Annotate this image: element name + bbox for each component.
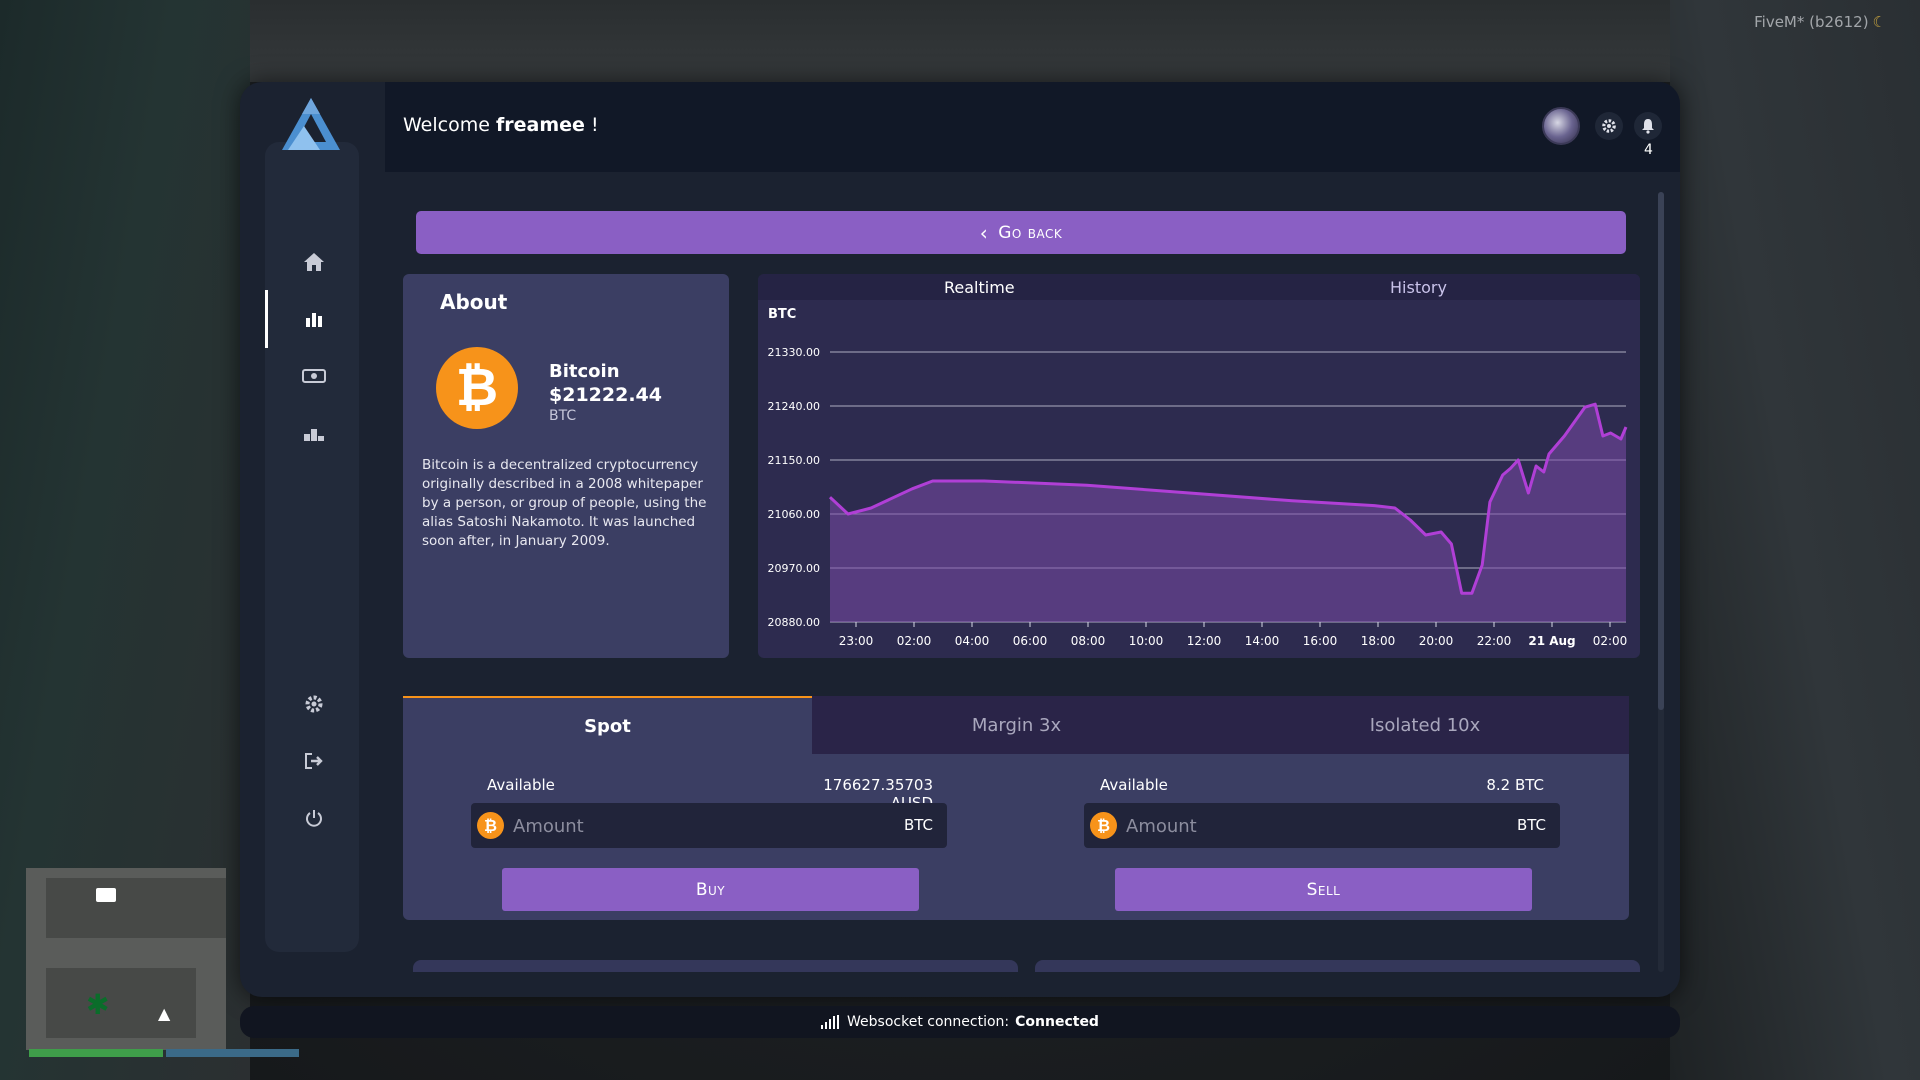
moon-icon: ☾	[1872, 13, 1886, 31]
tab-history[interactable]: History	[1390, 278, 1447, 297]
price-chart: BTC 21330.00 21240.00 21150.00 21060.00 20970…	[768, 307, 1628, 648]
coin-description: Bitcoin is a decentralized cryptocurrenc…	[422, 457, 707, 549]
hospital-icon: ✱	[86, 988, 110, 1021]
tab-realtime[interactable]: Realtime	[944, 278, 1015, 297]
x-tick-label: 06:00	[1013, 634, 1048, 648]
leaderboard-icon	[304, 429, 324, 441]
sell-available-label: Available	[1100, 776, 1168, 794]
notifications-button[interactable]	[1634, 112, 1662, 140]
power-icon	[306, 810, 322, 827]
x-tick-label: 23:00	[839, 634, 874, 648]
x-tick-label: 14:00	[1245, 634, 1280, 648]
chart-icon	[306, 313, 322, 327]
coin-price: $21222.44	[549, 384, 662, 406]
y-axis-label: BTC	[768, 307, 796, 322]
briefcase-icon	[96, 888, 116, 902]
sell-amount-field: ₿ BTC	[1084, 803, 1560, 848]
nav-active-indicator	[265, 290, 268, 348]
gear-icon	[1602, 119, 1616, 133]
x-tick-label: 02:00	[897, 634, 932, 648]
x-tick-label: 18:00	[1361, 634, 1396, 648]
lower-card-left	[413, 960, 1018, 972]
username: freamee	[495, 114, 585, 136]
buy-unit: BTC	[903, 816, 933, 834]
x-tick-label: 21 Aug	[1528, 634, 1575, 648]
y-tick-label: 20970.00	[768, 562, 821, 575]
x-tick-label: 16:00	[1303, 634, 1338, 648]
gear-icon	[305, 695, 323, 713]
settings-button[interactable]	[1595, 112, 1623, 140]
sell-unit: BTC	[1516, 816, 1546, 834]
go-back-label: Go back	[998, 222, 1063, 243]
x-tick-label: 08:00	[1071, 634, 1106, 648]
avatar[interactable]	[1542, 107, 1580, 145]
sell-button[interactable]: Sell	[1115, 868, 1532, 911]
health-bar	[29, 1049, 163, 1057]
game-minimap: ✱ ▲	[26, 868, 226, 1050]
home-icon	[304, 253, 324, 271]
chevron-left-icon: ‹	[979, 220, 989, 245]
sidebar-item-settings[interactable]	[290, 686, 338, 722]
sell-amount-input[interactable]	[1126, 811, 1456, 841]
content-scrollbar[interactable]	[1658, 192, 1664, 710]
buy-amount-input[interactable]	[513, 811, 843, 841]
go-back-button[interactable]: ‹ Go back	[416, 211, 1626, 254]
x-tick-label: 20:00	[1419, 634, 1454, 648]
sell-available-value: 8.2 BTC	[1486, 776, 1544, 794]
player-arrow-icon: ▲	[158, 1004, 171, 1023]
y-tick-label: 20880.00	[768, 616, 821, 629]
sidebar-item-home[interactable]	[290, 244, 338, 280]
y-tick-label: 21060.00	[768, 508, 821, 521]
tab-margin[interactable]: Margin 3x	[812, 696, 1221, 754]
buy-available-label: Available	[487, 776, 555, 794]
lower-card-right	[1035, 960, 1640, 972]
x-tick-label: 10:00	[1129, 634, 1164, 648]
buy-amount-field: ₿ BTC	[471, 803, 947, 848]
game-background-top	[250, 0, 1670, 82]
notification-count: 4	[1644, 142, 1653, 158]
about-title: About	[440, 290, 508, 314]
status-bar: Websocket connection: Connected	[240, 1006, 1680, 1038]
signal-icon	[821, 1015, 840, 1029]
fivem-build-label: FiveM* (b2612) ☾	[1754, 13, 1886, 31]
y-tick-label: 21330.00	[768, 346, 821, 359]
bitcoin-icon: ₿	[1090, 812, 1117, 839]
x-tick-label: 12:00	[1187, 634, 1222, 648]
status-value: Connected	[1015, 1014, 1099, 1030]
sidebar-item-charts[interactable]	[290, 301, 338, 337]
tab-isolated[interactable]: Isolated 10x	[1221, 696, 1629, 754]
sidebar-item-power[interactable]	[290, 800, 338, 836]
status-label: Websocket connection:	[847, 1014, 1010, 1030]
sidebar-item-wallet[interactable]	[290, 358, 338, 394]
chart-tab-bar	[758, 274, 1640, 300]
app-logo	[282, 98, 340, 150]
x-tick-label: 02:00	[1593, 634, 1628, 648]
x-tick-label: 04:00	[955, 634, 990, 648]
coin-symbol: BTC	[549, 408, 577, 424]
bitcoin-icon: ₿	[436, 347, 518, 429]
bitcoin-icon: ₿	[477, 812, 504, 839]
sidebar-item-logout[interactable]	[290, 743, 338, 779]
coin-name: Bitcoin	[549, 361, 620, 382]
armor-bar	[166, 1049, 299, 1057]
y-tick-label: 21240.00	[768, 400, 821, 413]
buy-button[interactable]: Buy	[502, 868, 919, 911]
x-tick-label: 22:00	[1477, 634, 1512, 648]
welcome-message: Welcome freamee !	[403, 114, 599, 136]
game-background-right	[1670, 0, 1920, 1080]
y-tick-label: 21150.00	[768, 454, 821, 467]
money-icon	[302, 369, 326, 383]
bell-icon	[1642, 119, 1654, 134]
tab-spot[interactable]: Spot	[403, 696, 812, 754]
sidebar-item-leaderboard[interactable]	[290, 415, 338, 451]
price-area	[830, 404, 1626, 622]
logout-icon	[305, 753, 323, 769]
